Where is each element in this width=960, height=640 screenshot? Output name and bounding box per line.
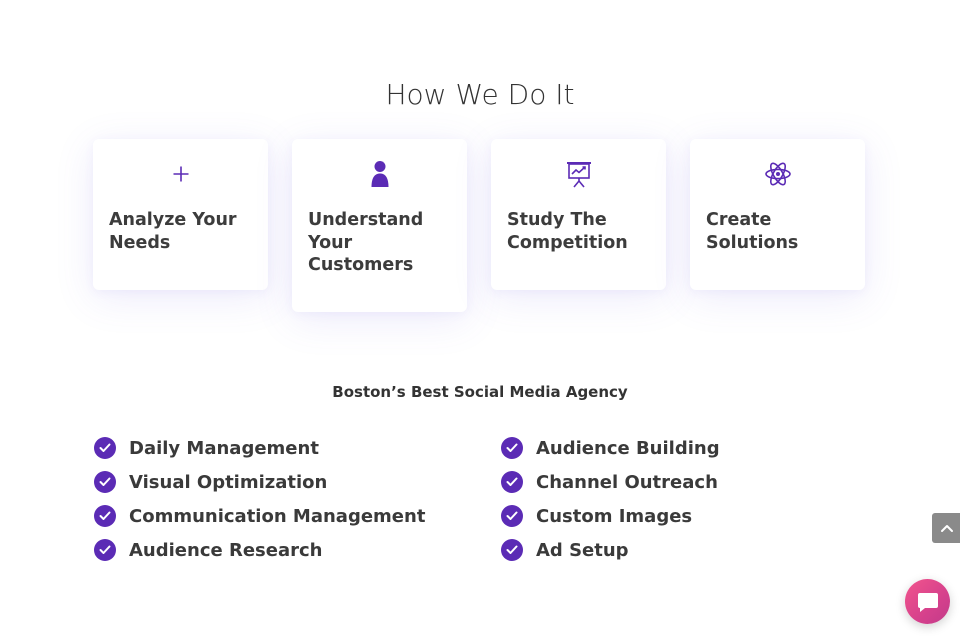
feature-label: Channel Outreach	[536, 471, 718, 493]
list-item: Visual Optimization	[94, 465, 425, 499]
card-create-solutions: Create Solutions	[690, 139, 865, 290]
presentation-chart-icon	[491, 159, 666, 189]
card-study-competition: Study The Competition	[491, 139, 666, 290]
list-item: Audience Building	[501, 431, 720, 465]
check-circle-icon	[501, 505, 523, 527]
feature-list-left: Daily Management Visual Optimization Com…	[94, 431, 425, 567]
atom-icon	[690, 159, 865, 189]
feature-label: Daily Management	[129, 437, 319, 459]
scroll-to-top-button[interactable]	[932, 513, 960, 543]
card-label: Understand Your Customers	[308, 210, 424, 275]
chevron-up-icon	[941, 525, 953, 532]
feature-label: Audience Building	[536, 437, 720, 459]
check-circle-icon	[94, 505, 116, 527]
check-circle-icon	[501, 471, 523, 493]
chat-button[interactable]	[905, 579, 950, 624]
check-circle-icon	[94, 437, 116, 459]
feature-label: Communication Management	[129, 505, 426, 527]
card-understand-customers: Understand Your Customers	[292, 139, 467, 312]
feature-label: Visual Optimization	[129, 471, 328, 493]
check-circle-icon	[94, 471, 116, 493]
feature-label: Ad Setup	[536, 539, 629, 561]
plus-icon	[93, 159, 268, 189]
list-item: Custom Images	[501, 499, 720, 533]
list-item: Daily Management	[94, 431, 425, 465]
list-item: Ad Setup	[501, 533, 720, 567]
list-item: Communication Management	[94, 499, 425, 533]
feature-label: Custom Images	[536, 505, 693, 527]
card-analyze-needs: Analyze Your Needs	[93, 139, 268, 290]
card-label: Study The Competition	[507, 210, 628, 253]
card-label: Create Solutions	[706, 210, 799, 253]
check-circle-icon	[501, 437, 523, 459]
agency-heading: Boston’s Best Social Media Agency	[332, 383, 628, 401]
list-item: Audience Research	[94, 533, 425, 567]
chat-bubble-icon	[917, 592, 938, 612]
feature-label: Audience Research	[129, 539, 323, 561]
section-title: How We Do It	[385, 78, 575, 112]
person-icon	[292, 159, 467, 189]
card-label: Analyze Your Needs	[109, 210, 237, 253]
list-item: Channel Outreach	[501, 465, 720, 499]
check-circle-icon	[94, 539, 116, 561]
feature-list-right: Audience Building Channel Outreach Custo…	[501, 431, 720, 567]
check-circle-icon	[501, 539, 523, 561]
